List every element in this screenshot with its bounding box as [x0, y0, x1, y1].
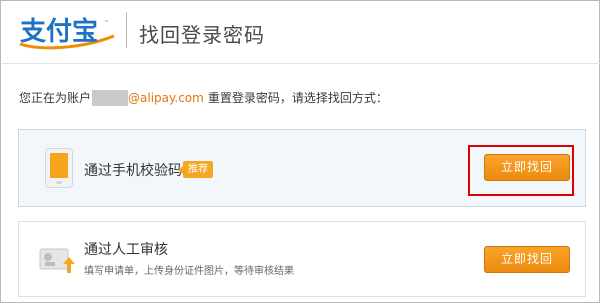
- notice-prefix: 您正在为账户: [19, 91, 92, 105]
- header-divider: [126, 12, 127, 48]
- recover-now-button[interactable]: 立即找回: [484, 246, 570, 273]
- option-label: 通过人工审核: [84, 242, 168, 258]
- notice-suffix: 重置登录密码，请选择找回方式：: [207, 91, 388, 105]
- account-domain: @alipay.com: [128, 90, 204, 105]
- account-notice: 您正在为账户 @alipay.com 重置登录密码，请选择找回方式：: [19, 89, 388, 106]
- recommended-badge: 推荐: [178, 161, 213, 178]
- header-rule: [2, 63, 600, 64]
- option-label: 通过手机校验码: [84, 163, 182, 179]
- page-header: 支付宝 ™ 找回登录密码: [1, 1, 600, 63]
- window-frame: 支付宝 ™ 找回登录密码 您正在为账户 @alipay.com 重置登录密码，请…: [0, 0, 600, 303]
- alipay-logo[interactable]: 支付宝 ™: [18, 14, 116, 52]
- highlight-annotation: [468, 145, 574, 196]
- page-title: 找回登录密码: [139, 23, 265, 47]
- option-description: 填写申请单，上传身份证件图片，等待审核结果: [84, 266, 294, 277]
- logo-text: 支付宝: [20, 16, 98, 47]
- id-card-upload-icon: [39, 248, 75, 274]
- masked-account: [92, 89, 129, 106]
- phone-icon: [45, 148, 73, 188]
- svg-text:™: ™: [104, 20, 109, 26]
- option-manual-review[interactable]: 通过人工审核 填写申请单，上传身份证件图片，等待审核结果 立即找回: [18, 221, 586, 297]
